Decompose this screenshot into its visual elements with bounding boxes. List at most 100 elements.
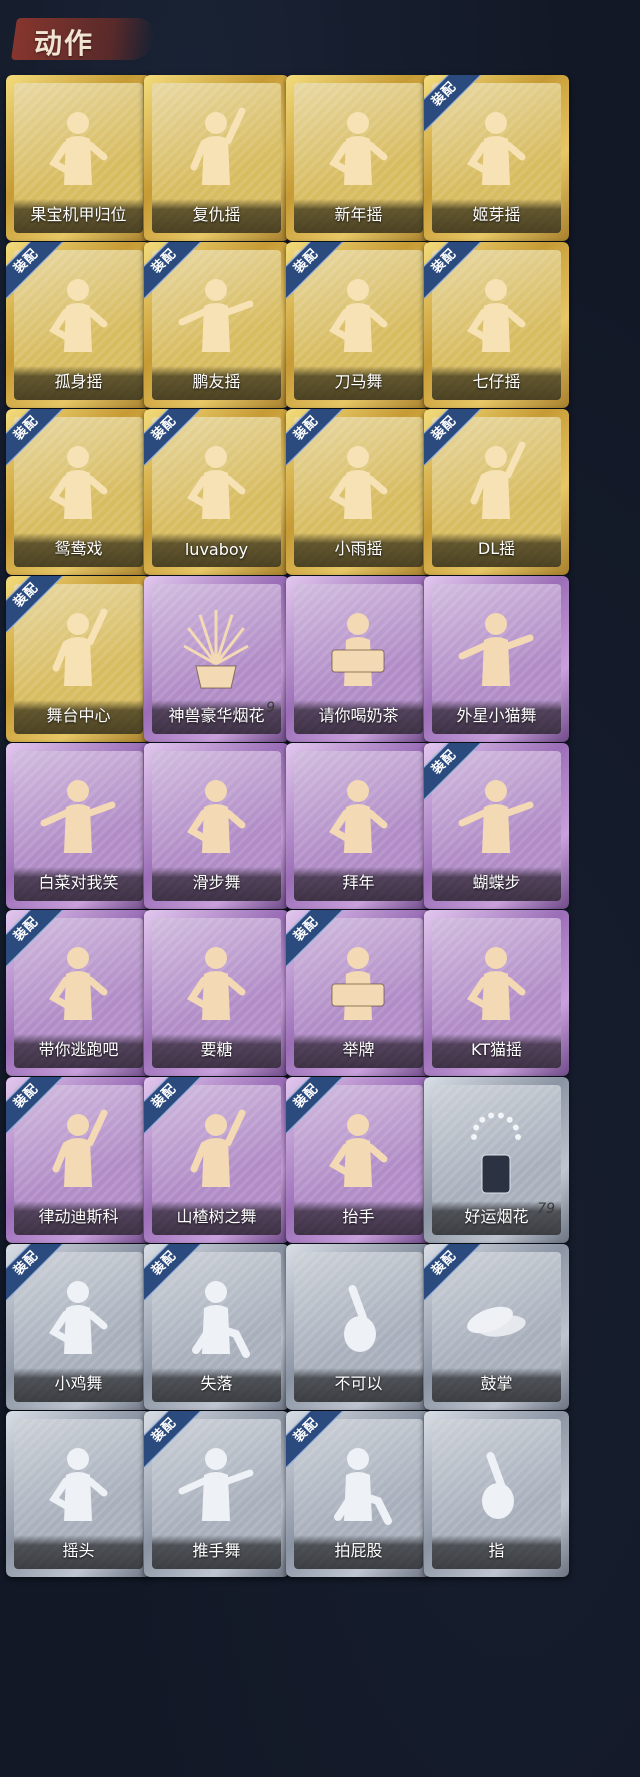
emote-name: 拍屁股 (334, 1541, 383, 1560)
emote-name: 七仔摇 (472, 372, 521, 391)
emote-name: 小雨摇 (334, 539, 383, 558)
emote-card[interactable]: 律动迪斯科 装配 (6, 1077, 151, 1243)
emote-name: 复仇摇 (192, 205, 241, 224)
emote-card[interactable]: 请你喝奶茶 (286, 576, 431, 742)
emote-card[interactable]: DL摇 装配 (424, 409, 569, 575)
emote-name: KT猫摇 (470, 1040, 523, 1059)
emote-card[interactable]: 复仇摇 (144, 75, 289, 241)
emote-card[interactable]: 抬手 装配 (286, 1077, 431, 1243)
emote-name: 带你逃跑吧 (38, 1040, 119, 1059)
emote-card[interactable]: luvaboy 装配 (144, 409, 289, 575)
emote-name: 蝴蝶步 (472, 873, 521, 892)
emote-name: 白菜对我笑 (38, 873, 119, 892)
figure-dance-icon (456, 940, 536, 1030)
emote-card[interactable]: 举牌 装配 (286, 910, 431, 1076)
emote-name: 刀马舞 (334, 372, 383, 391)
emote-name: 抬手 (342, 1207, 375, 1226)
figure-push-icon (176, 1441, 256, 1531)
emote-card[interactable]: 带你逃跑吧 装配 (6, 910, 151, 1076)
figure-arms-out-icon (38, 773, 118, 863)
emote-name: 小鸡舞 (54, 1374, 103, 1393)
emote-name: 新年摇 (334, 205, 383, 224)
figure-point-up-icon (176, 105, 256, 195)
emote-name: 拜年 (342, 873, 375, 892)
pointing-hand-icon (456, 1441, 536, 1531)
emote-card[interactable]: 刀马舞 装配 (286, 242, 431, 408)
emote-card[interactable]: 不可以 (286, 1244, 431, 1410)
figure-arms-out-icon (456, 773, 536, 863)
finger-no-icon (318, 1274, 398, 1364)
figure-dance-icon (176, 773, 256, 863)
figure-bend-icon (318, 1441, 398, 1531)
figure-run-icon (38, 940, 118, 1030)
fireworks-pot-icon (176, 606, 256, 696)
figure-arm-up-icon (176, 1107, 256, 1197)
clap-hands-icon (456, 1274, 536, 1364)
figure-dance-icon (38, 272, 118, 362)
figure-hand-wave-icon (456, 105, 536, 195)
emote-card[interactable]: 果宝机甲归位 (6, 75, 151, 241)
emote-card[interactable]: 小鸡舞 装配 (6, 1244, 151, 1410)
emote-name: luvaboy (184, 540, 249, 559)
emote-card[interactable]: 鹏友摇 装配 (144, 242, 289, 408)
emote-card[interactable]: 孤身摇 装配 (6, 242, 151, 408)
emote-card[interactable]: 舞台中心 装配 (6, 576, 151, 742)
emote-name: 推手舞 (192, 1541, 241, 1560)
emote-card[interactable]: 七仔摇 装配 (424, 242, 569, 408)
emote-card[interactable]: KT猫摇 (424, 910, 569, 1076)
emote-name: 姬芽摇 (472, 205, 521, 224)
figure-dance-icon (318, 439, 398, 529)
figure-sign-icon (318, 940, 398, 1030)
emote-name: 摇头 (62, 1541, 95, 1560)
emote-card[interactable]: 拜年 (286, 743, 431, 909)
emote-card[interactable]: 蝴蝶步 装配 (424, 743, 569, 909)
emote-name: 指 (488, 1541, 505, 1560)
emote-name: 请你喝奶茶 (318, 706, 399, 725)
emote-name: DL摇 (477, 539, 516, 558)
emote-name: 律动迪斯科 (38, 1207, 119, 1226)
emote-name: 举牌 (342, 1040, 375, 1059)
figure-dance-icon (38, 439, 118, 529)
emote-name: 孤身摇 (54, 372, 103, 391)
item-count: 9 (266, 700, 275, 716)
emote-card[interactable]: 小雨摇 装配 (286, 409, 431, 575)
emote-name: 鸳鸯戏 (54, 539, 103, 558)
emote-card[interactable]: 要糖 (144, 910, 289, 1076)
figure-crawl-icon (176, 1274, 256, 1364)
emote-name: 失落 (200, 1374, 233, 1393)
emote-name: 鼓掌 (480, 1374, 513, 1393)
figure-point-up-icon (38, 606, 118, 696)
figure-reach-icon (318, 1107, 398, 1197)
figure-dance-icon (38, 105, 118, 195)
emote-name: 滑步舞 (192, 873, 241, 892)
emote-card[interactable]: 失落 装配 (144, 1244, 289, 1410)
emote-card[interactable]: 鼓掌 装配 (424, 1244, 569, 1410)
emote-grid: 果宝机甲归位 复仇摇 新年摇 姬芽摇 装配孤身摇 装配 鹏友摇 装配 刀马舞 装配 七仔摇 装配鸳鸯戏… (0, 0, 640, 1777)
figure-arm-up-icon (456, 439, 536, 529)
emote-name: 山楂树之舞 (176, 1207, 257, 1226)
item-count: 79 (537, 1201, 555, 1217)
figure-cross-arms-icon (176, 439, 256, 529)
emote-card[interactable]: 滑步舞 (144, 743, 289, 909)
emote-card[interactable]: 好运烟花 79 (424, 1077, 569, 1243)
emote-card[interactable]: 姬芽摇 装配 (424, 75, 569, 241)
emote-card[interactable]: 拍屁股 装配 (286, 1411, 431, 1577)
emote-card[interactable]: 摇头 (6, 1411, 151, 1577)
emote-name: 外星小猫舞 (456, 706, 537, 725)
figure-shake-head-icon (38, 1441, 118, 1531)
emote-card[interactable]: 山楂树之舞 装配 (144, 1077, 289, 1243)
emote-name: 果宝机甲归位 (30, 205, 127, 224)
emote-card[interactable]: 推手舞 装配 (144, 1411, 289, 1577)
emote-card[interactable]: 白菜对我笑 (6, 743, 151, 909)
figure-arms-out-icon (456, 606, 536, 696)
emote-card[interactable]: 鸳鸯戏 装配 (6, 409, 151, 575)
figure-arms-out-icon (176, 272, 256, 362)
emote-name: 舞台中心 (46, 706, 111, 725)
emote-card[interactable]: 指 (424, 1411, 569, 1577)
figure-dance-icon (38, 1274, 118, 1364)
emote-card[interactable]: 新年摇 (286, 75, 431, 241)
figure-flex-icon (456, 272, 536, 362)
emote-card[interactable]: 神兽豪华烟花 9 (144, 576, 289, 742)
emote-name: 不可以 (334, 1374, 383, 1393)
emote-card[interactable]: 外星小猫舞 (424, 576, 569, 742)
